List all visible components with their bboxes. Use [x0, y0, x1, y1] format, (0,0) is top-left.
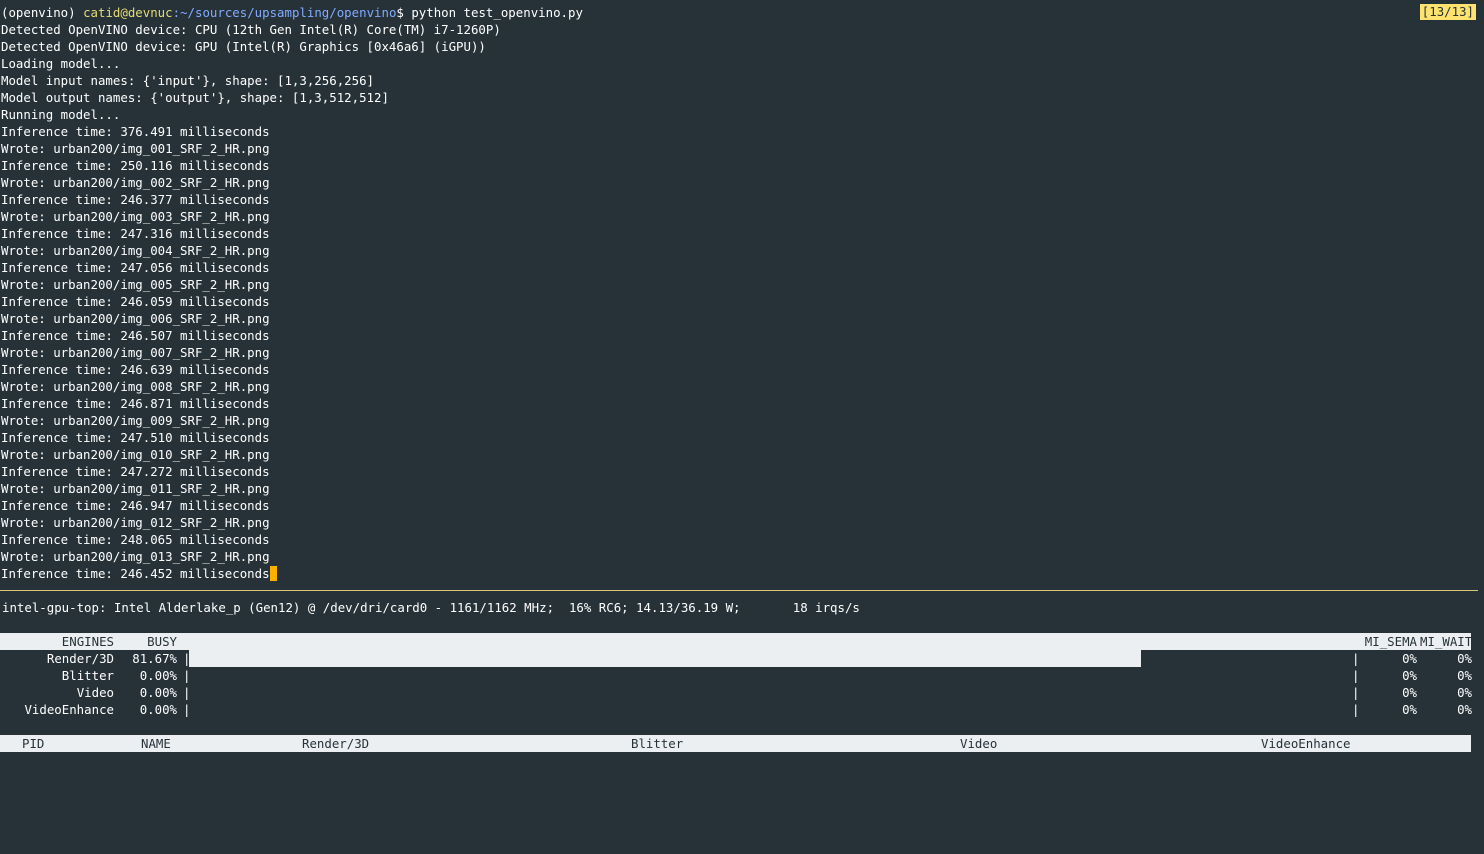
prompt-command: python test_openvino.py — [403, 5, 583, 20]
terminal-cursor — [269, 566, 277, 581]
output-line: Inference time: 247.272 milliseconds — [1, 464, 270, 479]
output-line: Inference time: 247.316 milliseconds — [1, 226, 270, 241]
busy-bar-left-edge: | — [183, 685, 191, 700]
output-line: Inference time: 247.510 milliseconds — [1, 430, 270, 445]
output-line: Wrote: urban200/img_006_SRF_2_HR.png — [1, 311, 270, 326]
output-line: Inference time: 246.377 milliseconds — [1, 192, 270, 207]
engine-row: Blitter 0.00% | | 0% 0% — [0, 667, 1484, 684]
last-line-text: Inference time: 246.452 milliseconds — [1, 566, 270, 581]
col-pid: PID — [22, 736, 45, 751]
pane-divider[interactable] — [0, 590, 1478, 591]
engine-mi-wait: 0% — [1457, 702, 1472, 717]
output-line: Detected OpenVINO device: GPU (Intel(R) … — [1, 39, 486, 54]
engine-row: Video 0.00% | | 0% 0% — [0, 684, 1484, 701]
output-line: Inference time: 250.116 milliseconds — [1, 158, 270, 173]
engine-busy-value: 0.00% — [139, 702, 177, 717]
prompt-user-host: catid@devnuc — [83, 5, 173, 20]
output-line: Wrote: urban200/img_004_SRF_2_HR.png — [1, 243, 270, 258]
engine-mi-wait: 0% — [1457, 651, 1472, 666]
output-line: Wrote: urban200/img_001_SRF_2_HR.png — [1, 141, 270, 156]
engine-mi-sema: 0% — [1402, 651, 1417, 666]
output-line: Detected OpenVINO device: CPU (12th Gen … — [1, 22, 501, 37]
col-render: Render/3D — [302, 736, 370, 751]
output-line: Inference time: 246.059 milliseconds — [1, 294, 270, 309]
output-line: Wrote: urban200/img_011_SRF_2_HR.png — [1, 481, 270, 496]
prompt-line: (openvino) catid@devnuc:~/sources/upsamp… — [0, 4, 1484, 21]
engine-mi-wait: 0% — [1457, 668, 1472, 683]
output-line: Wrote: urban200/img_007_SRF_2_HR.png — [1, 345, 270, 360]
output-line: Wrote: urban200/img_009_SRF_2_HR.png — [1, 413, 270, 428]
busy-bar-fill — [189, 650, 1141, 667]
output-line: Inference time: 246.507 milliseconds — [1, 328, 270, 343]
col-mi-wait: MI_WAIT — [1420, 634, 1473, 649]
output-line: Wrote: urban200/img_003_SRF_2_HR.png — [1, 209, 270, 224]
engine-busy-value: 81.67% — [132, 651, 177, 666]
engine-mi-sema: 0% — [1402, 668, 1417, 683]
engine-mi-sema: 0% — [1402, 685, 1417, 700]
terminal-output[interactable]: (openvino) catid@devnuc:~/sources/upsamp… — [0, 4, 1484, 582]
output-line: Running model... — [1, 107, 121, 122]
engine-name: VideoEnhance — [24, 702, 114, 717]
engines-header-bar: ENGINES BUSY MI_SEMA MI_WAIT — [0, 633, 1473, 650]
engine-busy-value: 0.00% — [139, 668, 177, 683]
engine-mi-sema: 0% — [1402, 702, 1417, 717]
gputop-header: intel-gpu-top: Intel Alderlake_p (Gen12)… — [2, 600, 860, 615]
prompt-symbol: $ — [396, 5, 404, 20]
output-line: Inference time: 246.639 milliseconds — [1, 362, 270, 377]
output-line: Wrote: urban200/img_012_SRF_2_HR.png — [1, 515, 270, 530]
output-lines: Detected OpenVINO device: CPU (12th Gen … — [0, 21, 1484, 565]
output-line: Inference time: 247.056 milliseconds — [1, 260, 270, 275]
prompt-env: (openvino) — [1, 5, 76, 20]
col-videoenhance: VideoEnhance — [1261, 736, 1351, 751]
busy-bar-left-edge: | — [183, 668, 191, 683]
col-engines: ENGINES — [61, 634, 114, 649]
engine-busy-value: 0.00% — [139, 685, 177, 700]
engine-name: Render/3D — [46, 651, 114, 666]
col-mi-sema: MI_SEMA — [1364, 634, 1417, 649]
output-line: Model input names: {'input'}, shape: [1,… — [1, 73, 374, 88]
engine-name: Blitter — [61, 668, 114, 683]
output-line: Inference time: 376.491 milliseconds — [1, 124, 270, 139]
engine-row: Render/3D 81.67% | | 0% 0% — [0, 650, 1484, 667]
output-line: Model output names: {'output'}, shape: [… — [1, 90, 389, 105]
output-line: Loading model... — [1, 56, 121, 71]
col-busy: BUSY — [147, 634, 177, 649]
output-line: Inference time: 246.871 milliseconds — [1, 396, 270, 411]
prompt-path: :~/sources/upsampling/openvino — [172, 5, 397, 20]
output-line: Wrote: urban200/img_005_SRF_2_HR.png — [1, 277, 270, 292]
output-line: Wrote: urban200/img_002_SRF_2_HR.png — [1, 175, 270, 190]
output-line: Wrote: urban200/img_008_SRF_2_HR.png — [1, 379, 270, 394]
col-blitter: Blitter — [631, 736, 684, 751]
engine-name: Video — [76, 685, 114, 700]
engine-row: VideoEnhance 0.00% | | 0% 0% — [0, 701, 1484, 718]
pane-index-badge: [13/13] — [1419, 4, 1476, 20]
output-line: Wrote: urban200/img_010_SRF_2_HR.png — [1, 447, 270, 462]
clients-header-bar: PID NAME Render/3D Blitter Video VideoEn… — [0, 735, 1471, 752]
col-video: Video — [960, 736, 998, 751]
output-line: Inference time: 246.947 milliseconds — [1, 498, 270, 513]
output-line-last: Inference time: 246.452 milliseconds — [0, 565, 1484, 582]
output-line: Wrote: urban200/img_013_SRF_2_HR.png — [1, 549, 270, 564]
col-name: NAME — [141, 736, 171, 751]
busy-bar-left-edge: | — [183, 702, 191, 717]
output-line: Inference time: 248.065 milliseconds — [1, 532, 270, 547]
engine-mi-wait: 0% — [1457, 685, 1472, 700]
